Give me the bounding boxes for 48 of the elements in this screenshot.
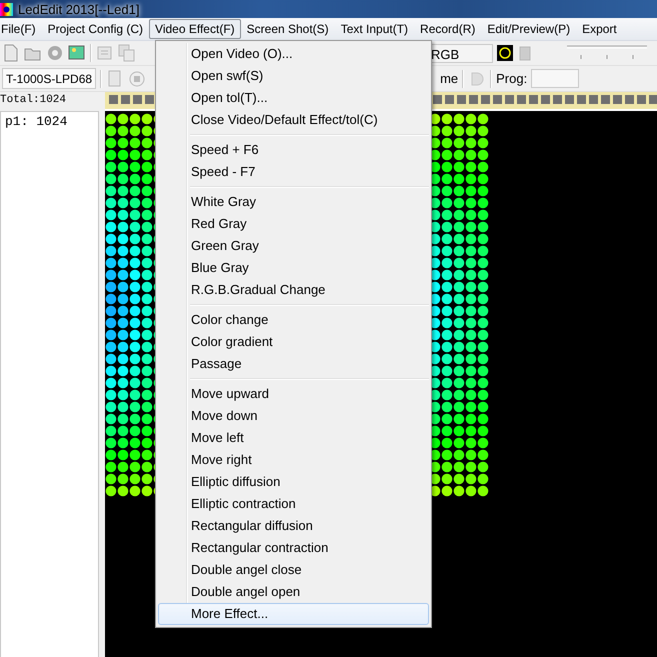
menu-item[interactable]: Color change [158, 309, 429, 331]
menu-item[interactable]: Move upward [158, 383, 429, 405]
menu-bar-item[interactable]: Text Input(T) [334, 19, 414, 39]
menu-item[interactable]: Elliptic contraction [158, 493, 429, 515]
menu-item[interactable]: White Gray [158, 191, 429, 213]
menu-item[interactable]: Move right [158, 449, 429, 471]
menu-bar-item[interactable]: Project Config (C) [42, 19, 150, 39]
menu-item[interactable]: Speed + F6 [158, 139, 429, 161]
prog-label: Prog: [496, 71, 528, 86]
menu-bar-item[interactable]: Export [576, 19, 623, 39]
menu-item[interactable]: Speed - F7 [158, 161, 429, 183]
menu-item[interactable]: Passage [158, 353, 429, 375]
window-title: LedEdit 2013[--Led1] [18, 2, 140, 16]
menu-item[interactable]: Red Gray [158, 213, 429, 235]
menu-item[interactable]: Open tol(T)... [158, 87, 429, 109]
list-icon[interactable] [96, 44, 114, 62]
image-icon[interactable] [68, 44, 86, 62]
menu-item[interactable]: Double angel close [158, 559, 429, 581]
menu-item[interactable]: Open Video (O)... [158, 43, 429, 65]
prog-field[interactable] [531, 69, 580, 88]
menu-item[interactable]: Double angel open [158, 581, 429, 603]
app-logo-icon [0, 2, 13, 16]
new-file-icon[interactable] [2, 44, 20, 62]
circle-icon[interactable] [497, 45, 513, 61]
program-list-item[interactable]: p1: 1024 [1, 112, 98, 131]
frame-label: me [440, 71, 458, 86]
controller-dropdown[interactable]: T-1000S-LPD68 [2, 68, 96, 89]
menu-item[interactable]: Elliptic diffusion [158, 471, 429, 493]
total-count: Total:1024 [0, 93, 68, 108]
menu-item[interactable]: Move down [158, 405, 429, 427]
menu-bar-item[interactable]: Screen Shot(S) [240, 19, 335, 39]
menu-bar-item[interactable]: File(F) [0, 19, 42, 39]
copy-icon[interactable] [118, 44, 136, 62]
menu-item[interactable]: More Effect... [158, 603, 429, 625]
menu-item[interactable]: Rectangular diffusion [158, 515, 429, 537]
menu-item[interactable]: Green Gray [158, 235, 429, 257]
stop-icon[interactable] [128, 70, 146, 88]
menu-item[interactable]: Blue Gray [158, 257, 429, 279]
slider-track[interactable] [567, 45, 647, 61]
menu-item[interactable]: Close Video/Default Effect/tol(C) [158, 109, 429, 131]
menu-item[interactable]: Move left [158, 427, 429, 449]
menu-bar-item[interactable]: Record(R) [414, 19, 482, 39]
menu-item[interactable]: R.G.B.Gradual Change [158, 279, 429, 301]
menu-item[interactable]: Rectangular contraction [158, 537, 429, 559]
menu-bar-item[interactable]: Edit/Preview(P) [481, 19, 576, 39]
menu-item[interactable]: Color gradient [158, 331, 429, 353]
menu-item[interactable]: Open swf(S) [158, 65, 429, 87]
menu-bar-item[interactable]: Video Effect(F) [149, 19, 241, 39]
